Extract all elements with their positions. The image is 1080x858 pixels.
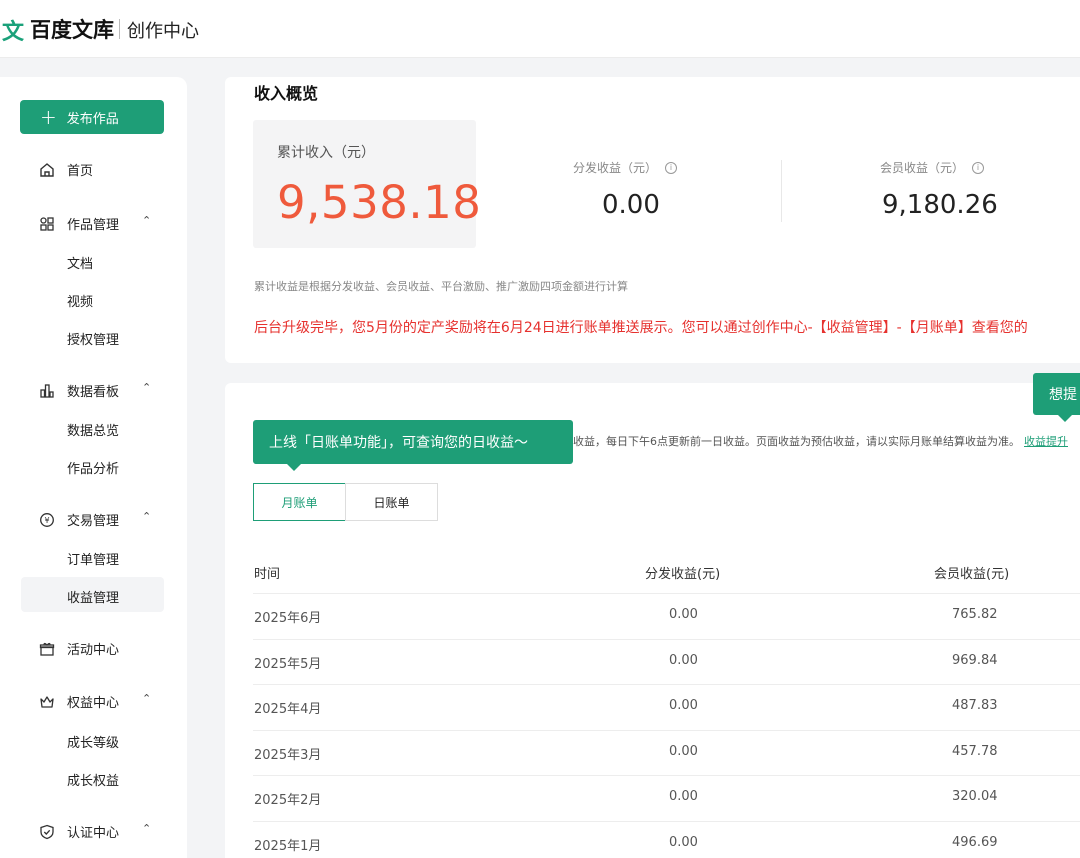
svg-text:¥: ¥ [44, 516, 49, 525]
member-income-value: 9,180.26 [882, 190, 998, 220]
cell-distribution-income: 0.00 [669, 698, 698, 714]
table-row-divider [253, 593, 1080, 594]
cell-time: 2025年6月 [254, 611, 322, 626]
total-income-label: 累计收入（元） [277, 145, 375, 161]
logo-text[interactable]: 百度文库 [30, 14, 114, 44]
info-icon[interactable]: i [665, 161, 678, 174]
home-icon [38, 161, 56, 179]
publish-button[interactable]: + 发布作品 [20, 100, 164, 134]
sidebar-item-rights[interactable]: 权益中心 ⌃ [38, 692, 151, 711]
member-income-label: 会员收益（元） i [880, 159, 985, 176]
member-income-label-text: 会员收益（元） [880, 161, 965, 175]
daily-bill-tooltip: 上线「日账单功能」，可查询您的日收益～ [253, 420, 573, 471]
sidebar-item-works-management[interactable]: 作品管理 ⌃ [38, 214, 151, 233]
tab-daily-bill[interactable]: 日账单 [345, 483, 438, 521]
sidebar-item-dashboard[interactable]: 数据看板 ⌃ [38, 381, 151, 400]
cell-time: 2025年1月 [254, 839, 322, 854]
table-row-divider [253, 821, 1080, 822]
table-row-divider [253, 684, 1080, 686]
sidebar-subitem-growth-rights[interactable]: 成长权益 [67, 770, 119, 789]
sidebar-item-label: 数据看板 [67, 385, 120, 400]
column-header-distribution: 分发收益(元) [645, 567, 721, 582]
section-title: 收入概览 [254, 84, 319, 103]
gift-icon [38, 640, 56, 658]
calculation-note: 累计收益是根据分发收益、会员收益、平台激励、推广激励四项金额进行计算 [254, 280, 628, 293]
sidebar-subitem-authorization[interactable]: 授权管理 [67, 329, 119, 348]
sidebar-item-events[interactable]: 活动中心 [38, 639, 119, 658]
chevron-up-icon[interactable]: ⌃ [142, 381, 151, 394]
cell-time: 2025年3月 [254, 747, 322, 763]
logo-divider [119, 19, 120, 39]
sidebar-item-home[interactable]: 首页 [38, 160, 93, 179]
logo-mark[interactable]: 文 [2, 14, 24, 46]
cell-member-income: 969.84 [952, 652, 998, 668]
distribution-income-value: 0.00 [602, 190, 660, 220]
plus-icon: + [40, 105, 57, 129]
bar-chart-icon [38, 382, 56, 400]
crown-icon [38, 693, 56, 711]
sidebar-subitem-videos[interactable]: 视频 [67, 291, 93, 310]
cell-distribution-income: 0.00 [669, 743, 698, 759]
cell-time: 2025年5月 [254, 656, 322, 672]
cell-member-income: 487.83 [952, 698, 998, 714]
top-header: 文 百度文库 创作中心 [0, 0, 1080, 58]
sidebar-item-label: 交易管理 [67, 514, 120, 529]
total-income-value: 9,538.18 [277, 176, 482, 229]
sidebar-item-trade[interactable]: ¥ 交易管理 ⌃ [38, 510, 151, 529]
cell-member-income: 496.69 [952, 835, 998, 850]
withdraw-tooltip[interactable]: 想提 [1033, 373, 1080, 422]
cell-distribution-income: 0.00 [669, 607, 698, 622]
chevron-up-icon[interactable]: ⌃ [142, 692, 151, 705]
cell-time: 2025年2月 [254, 793, 322, 809]
info-icon[interactable]: i [972, 161, 985, 174]
cell-member-income: 765.82 [952, 607, 998, 622]
tab-monthly-bill[interactable]: 月账单 [253, 483, 346, 521]
sidebar-subitem-orders[interactable]: 订单管理 [67, 549, 119, 568]
table-row-divider [253, 729, 1080, 731]
column-header-time: 时间 [254, 567, 281, 582]
sidebar-item-label: 权益中心 [67, 696, 120, 711]
sidebar-item-label: 首页 [67, 164, 94, 179]
distribution-income-label: 分发收益（元） i [573, 159, 678, 176]
column-header-member: 会员收益(元) [934, 567, 1010, 582]
logo-subtitle: 创作中心 [127, 21, 199, 42]
divider [781, 160, 782, 222]
bills-description: 收益，每日下午6点更新前一日收益。页面收益为预估收益，请以实际月账单结算收益为准… [573, 433, 1068, 449]
sidebar-item-label: 作品管理 [67, 218, 120, 233]
sidebar-subitem-growth-level[interactable]: 成长等级 [67, 732, 119, 751]
distribution-income-label-text: 分发收益（元） [573, 161, 658, 175]
bills-description-text: 收益，每日下午6点更新前一日收益。页面收益为预估收益，请以实际月账单结算收益为准… [573, 435, 1020, 448]
publish-label: 发布作品 [66, 111, 119, 127]
income-boost-link[interactable]: 收益提升 [1024, 435, 1068, 448]
yen-coin-icon: ¥ [38, 511, 56, 529]
chevron-up-icon[interactable]: ⌃ [142, 822, 151, 835]
cell-time: 2025年4月 [254, 702, 322, 718]
sidebar-item-label: 认证中心 [67, 826, 120, 841]
cell-distribution-income: 0.00 [669, 835, 698, 850]
cell-member-income: 457.78 [952, 743, 998, 759]
sidebar-subitem-docs[interactable]: 文档 [67, 253, 93, 272]
cell-distribution-income: 0.00 [669, 652, 698, 668]
sidebar-subitem-works-analysis[interactable]: 作品分析 [67, 458, 119, 477]
sidebar-item-certification[interactable]: 认证中心 ⌃ [38, 822, 151, 841]
upgrade-alert: 后台升级完毕，您5月份的定产奖励将在6月24日进行账单推送展示。您可以通过创作中… [254, 320, 1028, 336]
cell-distribution-income: 0.00 [669, 789, 698, 805]
sidebar-subitem-data-overview[interactable]: 数据总览 [67, 420, 119, 439]
chevron-up-icon[interactable]: ⌃ [142, 510, 151, 523]
grid-icon [38, 215, 56, 233]
sidebar-item-label: 活动中心 [67, 643, 120, 658]
chevron-up-icon[interactable]: ⌃ [142, 214, 151, 227]
table-row-divider [253, 638, 1080, 640]
sidebar-subitem-income-management[interactable]: 收益管理 [67, 587, 119, 606]
cell-member-income: 320.04 [952, 789, 998, 805]
table-row-divider [253, 775, 1080, 777]
shield-check-icon [38, 823, 56, 841]
